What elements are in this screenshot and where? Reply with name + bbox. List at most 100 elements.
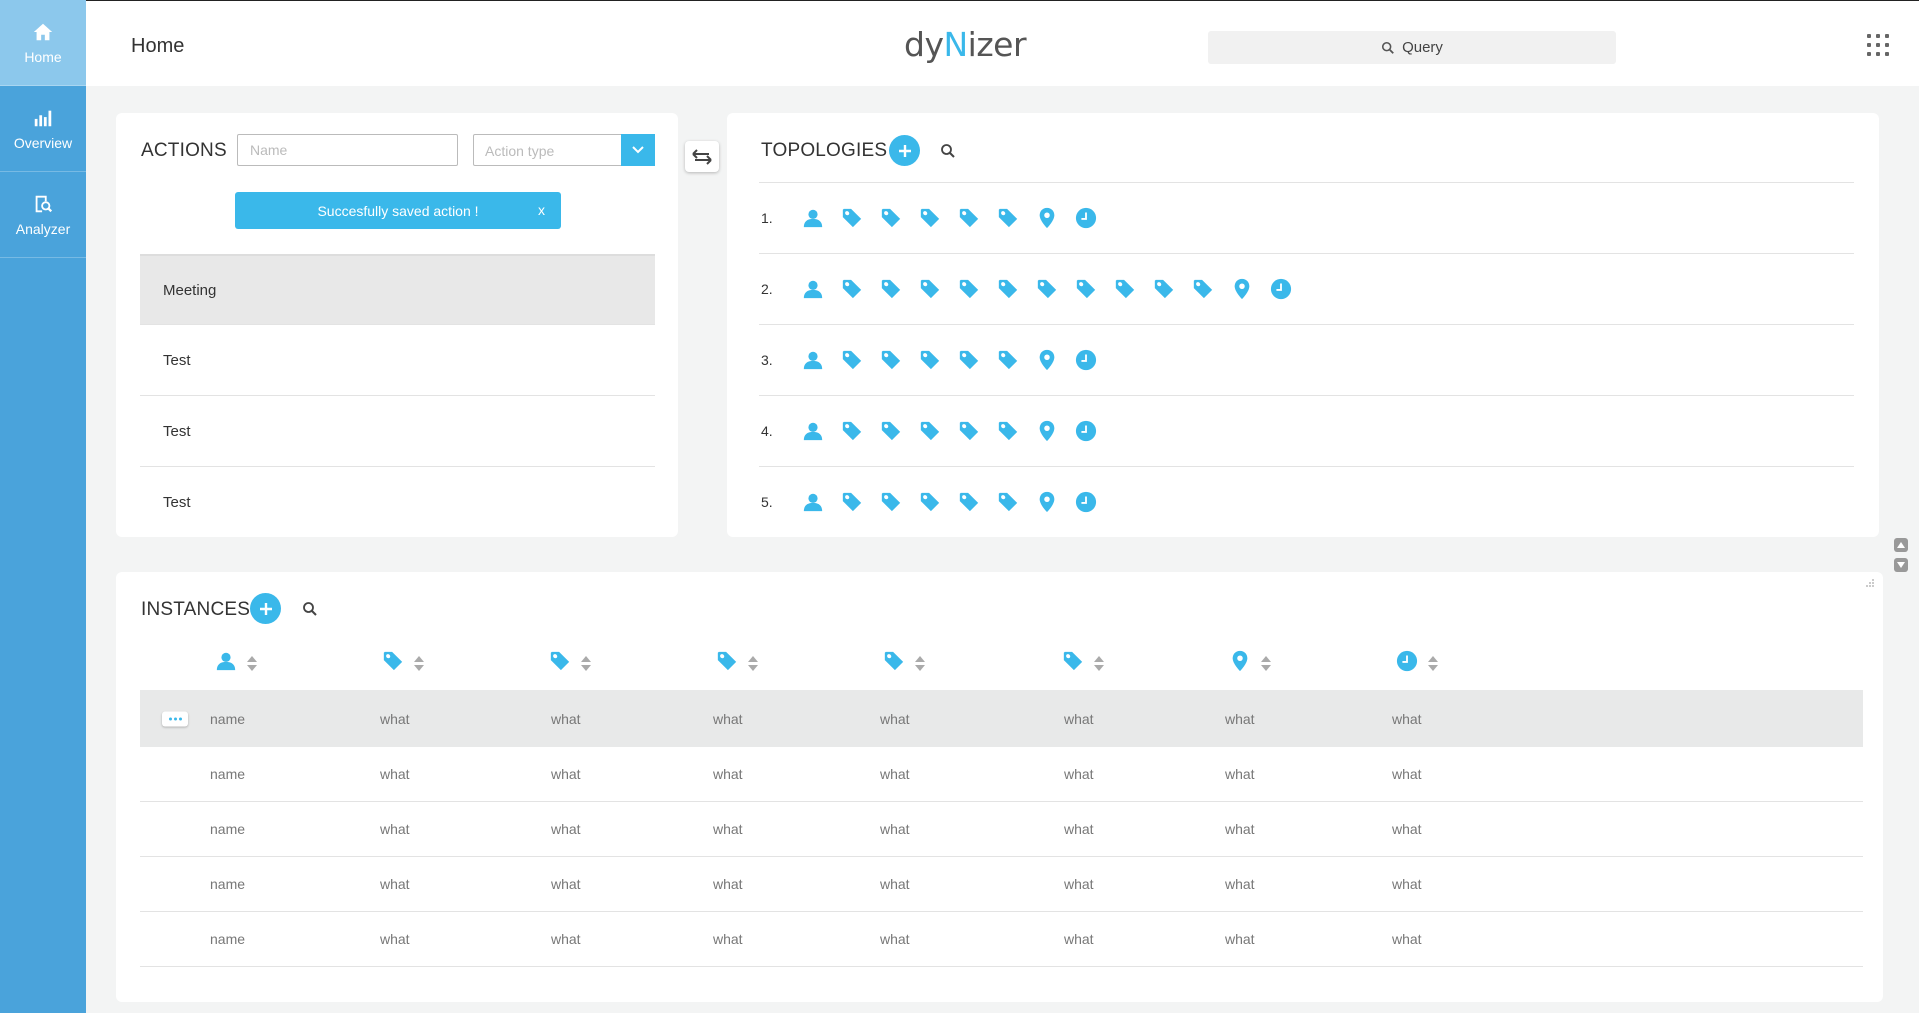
scroll-down-icon[interactable] bbox=[1894, 558, 1908, 572]
tag-icon bbox=[1062, 650, 1084, 677]
action-type-select[interactable]: Action type bbox=[473, 134, 655, 166]
actions-panel: ACTIONS Action type Succesfully saved ac… bbox=[116, 113, 678, 537]
more-options-icon[interactable] bbox=[162, 711, 188, 726]
topology-number: 5. bbox=[761, 494, 773, 510]
tag-icon bbox=[949, 490, 988, 514]
table-cell: what bbox=[1392, 876, 1422, 892]
column-header[interactable] bbox=[1062, 650, 1104, 677]
table-row[interactable]: name what what what what what what what bbox=[140, 690, 1863, 747]
table-cell: name bbox=[210, 931, 246, 947]
search-placeholder: Query bbox=[1402, 39, 1443, 56]
table-row[interactable]: name what what what what what what what bbox=[140, 802, 1863, 857]
table-cell: what bbox=[380, 931, 410, 947]
list-item[interactable]: Test bbox=[140, 467, 655, 538]
page-title: Home bbox=[131, 35, 185, 57]
tag-icon bbox=[382, 650, 404, 677]
user-icon bbox=[793, 277, 832, 301]
table-cell: what bbox=[713, 766, 743, 782]
tag-icon bbox=[832, 348, 871, 372]
tag-icon bbox=[871, 348, 910, 372]
column-header[interactable] bbox=[716, 650, 758, 677]
sort-icon[interactable] bbox=[915, 656, 925, 671]
list-item[interactable]: Test bbox=[140, 325, 655, 396]
swap-button[interactable] bbox=[685, 141, 719, 172]
tag-icon bbox=[988, 348, 1027, 372]
close-icon[interactable]: x bbox=[538, 202, 545, 218]
list-item[interactable]: Test bbox=[140, 396, 655, 467]
instances-table: name what what what what what what what name what… bbox=[140, 642, 1863, 967]
table-row[interactable]: name what what what what what what what bbox=[140, 912, 1863, 967]
user-icon bbox=[793, 348, 832, 372]
sort-icon[interactable] bbox=[748, 656, 758, 671]
column-header[interactable] bbox=[1229, 650, 1271, 677]
column-header[interactable] bbox=[883, 650, 925, 677]
clock-icon bbox=[1066, 490, 1105, 514]
tag-icon bbox=[910, 348, 949, 372]
table-cell: what bbox=[380, 876, 410, 892]
action-name-input[interactable] bbox=[237, 134, 458, 166]
table-cell: what bbox=[1392, 821, 1422, 837]
topology-row[interactable]: 5. bbox=[759, 466, 1854, 537]
resize-grip-icon[interactable] bbox=[1865, 578, 1875, 588]
user-icon bbox=[215, 650, 237, 677]
location-pin-icon bbox=[1027, 490, 1066, 514]
action-type-placeholder: Action type bbox=[485, 143, 555, 159]
tag-icon bbox=[832, 277, 871, 301]
top-header: Home dyNizer Query bbox=[86, 0, 1919, 86]
sidebar-item-analyzer[interactable]: Analyzer bbox=[0, 172, 86, 258]
success-toast: Succesfully saved action ! x bbox=[235, 192, 561, 229]
instances-title: INSTANCES bbox=[141, 599, 251, 620]
column-header[interactable] bbox=[1396, 650, 1438, 677]
table-cell: what bbox=[380, 821, 410, 837]
table-cell: what bbox=[551, 766, 581, 782]
tag-icon bbox=[1027, 277, 1066, 301]
search-input[interactable]: Query bbox=[1208, 31, 1616, 64]
tag-icon bbox=[832, 206, 871, 230]
sort-icon[interactable] bbox=[1428, 656, 1438, 671]
user-icon bbox=[793, 206, 832, 230]
sort-icon[interactable] bbox=[414, 656, 424, 671]
table-cell: what bbox=[1225, 710, 1255, 727]
apps-grid-icon[interactable] bbox=[1867, 34, 1889, 56]
table-cell: what bbox=[713, 710, 743, 727]
topology-row[interactable]: 2. bbox=[759, 253, 1854, 324]
add-topology-button[interactable] bbox=[889, 135, 920, 166]
table-body: name what what what what what what what name what… bbox=[140, 690, 1863, 967]
clock-icon bbox=[1066, 348, 1105, 372]
tag-icon bbox=[949, 348, 988, 372]
table-cell: what bbox=[1064, 766, 1094, 782]
logo-part: izer bbox=[967, 25, 1027, 64]
scroll-up-icon[interactable] bbox=[1894, 538, 1908, 552]
table-row[interactable]: name what what what what what what what bbox=[140, 857, 1863, 912]
table-cell: what bbox=[880, 766, 910, 782]
topology-number: 3. bbox=[761, 352, 773, 368]
tag-icon bbox=[949, 206, 988, 230]
topology-number: 4. bbox=[761, 423, 773, 439]
column-header[interactable] bbox=[215, 650, 257, 677]
instances-panel: INSTANCES name what what what what what what wh… bbox=[116, 572, 1883, 1002]
sort-icon[interactable] bbox=[1261, 656, 1271, 671]
sidebar-item-home[interactable]: Home bbox=[0, 0, 86, 86]
sort-icon[interactable] bbox=[581, 656, 591, 671]
chevron-down-icon[interactable] bbox=[621, 134, 655, 166]
list-item[interactable]: Meeting bbox=[140, 254, 655, 325]
search-icon[interactable] bbox=[940, 143, 956, 159]
topology-row[interactable]: 4. bbox=[759, 395, 1854, 466]
table-row[interactable]: name what what what what what what what bbox=[140, 747, 1863, 802]
location-pin-icon bbox=[1027, 348, 1066, 372]
topology-row[interactable]: 3. bbox=[759, 324, 1854, 395]
sort-icon[interactable] bbox=[247, 656, 257, 671]
topology-row[interactable]: 1. bbox=[759, 182, 1854, 253]
column-header[interactable] bbox=[382, 650, 424, 677]
search-icon[interactable] bbox=[302, 601, 318, 617]
sidebar-item-label: Overview bbox=[13, 134, 73, 151]
sort-icon[interactable] bbox=[1094, 656, 1104, 671]
table-cell: name bbox=[210, 766, 246, 782]
column-header[interactable] bbox=[549, 650, 591, 677]
toast-message: Succesfully saved action ! bbox=[317, 202, 479, 219]
table-cell: what bbox=[551, 931, 581, 947]
add-instance-button[interactable] bbox=[250, 593, 281, 624]
sidebar-item-overview[interactable]: Overview bbox=[0, 86, 86, 172]
clock-icon bbox=[1261, 277, 1300, 301]
tag-icon bbox=[883, 650, 905, 677]
